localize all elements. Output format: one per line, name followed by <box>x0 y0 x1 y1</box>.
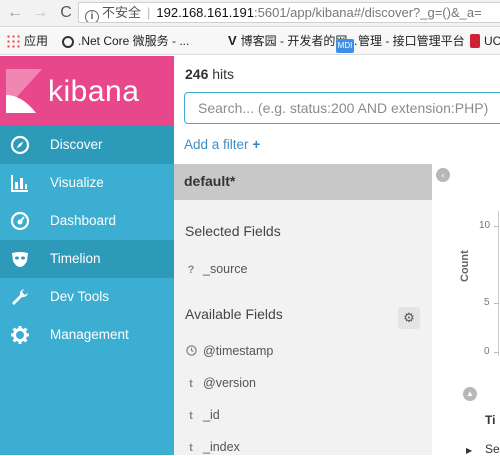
kibana-sidebar: kibana Discover Visualize Dashboard Time… <box>0 56 174 455</box>
clock-icon <box>185 345 197 358</box>
table-row[interactable]: Se <box>485 442 500 456</box>
bar-chart-icon <box>11 175 28 192</box>
bookmark-label: .Net Core 微服务 - ... <box>78 34 190 48</box>
collapse-sidebar-icon[interactable]: ‹ <box>436 168 450 182</box>
index-pattern-name: default* <box>184 173 236 189</box>
security-label: 不安全 <box>102 5 142 20</box>
sidebar-item-label: Timelion <box>50 251 101 266</box>
bookmark-label: 应用 <box>24 34 49 48</box>
field-name: _id <box>203 408 220 422</box>
sidebar-item-label: Dashboard <box>50 213 117 228</box>
bookmark-net-core[interactable]: .Net Core 微服务 - ... <box>62 28 189 54</box>
sidebar-item-management[interactable]: Management <box>0 316 174 354</box>
string-type-icon: t <box>189 442 193 454</box>
plus-icon: + <box>252 137 261 152</box>
sidebar-item-dev-tools[interactable]: Dev Tools <box>0 278 174 316</box>
sidebar-item-timelion[interactable]: Timelion <box>0 240 174 278</box>
info-icon[interactable]: i <box>85 10 99 22</box>
sidebar-item-label: Management <box>50 327 129 342</box>
gauge-icon <box>10 211 30 231</box>
field-name: _index <box>203 440 240 454</box>
y-tick-mark <box>494 352 499 353</box>
bookmarks-bar: 应用 .Net Core 微服务 - ... V 博客园 - 开发者的网... M… <box>0 28 500 55</box>
field-name: @timestamp <box>203 344 274 358</box>
hits-count: 246 hits <box>185 66 234 82</box>
bookmark-apps[interactable]: 应用 <box>6 28 48 54</box>
y-tick-label: 5 <box>484 297 490 308</box>
unknown-type-icon: ? <box>187 264 195 276</box>
field-name: @version <box>203 376 256 390</box>
available-fields-title: Available Fields <box>185 306 283 322</box>
expand-row-icon[interactable]: ▶ <box>466 446 472 455</box>
hits-number: 246 <box>185 66 209 82</box>
string-type-icon: t <box>189 410 193 422</box>
field-item[interactable]: t @version <box>185 376 256 390</box>
sidebar-item-label: Visualize <box>50 175 104 190</box>
logo-text: kibana <box>48 75 140 108</box>
field-item[interactable]: t _id <box>185 408 220 422</box>
discover-main: 246 hits Search... (e.g. status:200 AND … <box>174 56 500 456</box>
field-item[interactable]: ? _source <box>185 262 248 276</box>
sidebar-item-discover[interactable]: Discover <box>0 126 174 164</box>
reload-icon[interactable]: C <box>56 3 76 23</box>
selected-fields-title: Selected Fields <box>185 223 281 239</box>
v-logo-icon: V <box>228 33 237 48</box>
bookmark-label: UC <box>484 34 500 48</box>
add-filter-label: Add a filter <box>184 137 249 152</box>
scroll-up-icon[interactable]: ▲ <box>463 387 477 401</box>
y-tick-mark <box>494 226 499 227</box>
field-item[interactable]: t _index <box>185 440 240 454</box>
y-tick-mark <box>494 303 499 304</box>
hits-label: hits <box>212 66 235 82</box>
sidebar-item-visualize[interactable]: Visualize <box>0 164 174 202</box>
y-tick-label: 0 <box>484 346 490 357</box>
field-name: _source <box>203 262 248 276</box>
compass-icon <box>10 135 30 155</box>
wrench-icon <box>12 289 28 305</box>
field-item[interactable]: @timestamp <box>185 344 273 358</box>
url-path: :5601/app/kibana#/discover?_g=()&_a= <box>254 5 482 20</box>
mdi-badge-icon: MDI <box>336 39 354 53</box>
kibana-logo[interactable]: kibana <box>0 56 174 126</box>
sidebar-item-label: Dev Tools <box>50 289 110 304</box>
sidebar-item-label: Discover <box>50 137 103 152</box>
mask-icon <box>12 252 28 267</box>
table-column-header[interactable]: Ti <box>485 413 495 427</box>
address-bar[interactable]: i 不安全 | 192.168.161.191:5601/app/kibana#/di… <box>78 2 500 23</box>
forward-arrow-icon[interactable]: → <box>30 3 50 23</box>
bookmark-uc[interactable]: UC <box>470 28 500 54</box>
circle-icon <box>62 36 74 48</box>
url-host: 192.168.161.191 <box>156 5 255 20</box>
back-arrow-icon[interactable]: ← <box>5 3 25 23</box>
y-tick-label: 10 <box>479 220 491 231</box>
kibana-logo-icon <box>6 69 42 113</box>
bookmark-label: 管理 - 接口管理平台 <box>358 34 465 48</box>
index-pattern-selector[interactable]: default* <box>174 164 432 200</box>
address-divider: | <box>147 5 151 20</box>
chart-y-axis-label: Count <box>459 250 471 282</box>
search-input[interactable]: Search... (e.g. status:200 AND extension… <box>184 92 500 124</box>
gear-icon <box>11 326 29 344</box>
bookmark-api-manager[interactable]: MDI 管理 - 接口管理平台 <box>336 28 465 54</box>
uc-icon <box>470 34 480 48</box>
fields-sidebar: Selected Fields ? _source Available Field… <box>174 200 432 455</box>
browser-toolbar: ← → C i 不安全 | 192.168.161.191:5601/app/kiba… <box>0 0 500 27</box>
add-filter-button[interactable]: Add a filter + <box>184 137 260 152</box>
chart-y-axis <box>498 211 499 356</box>
string-type-icon: t <box>189 378 193 390</box>
apps-grid-icon <box>6 34 20 48</box>
field-settings-gear-icon[interactable]: ⚙ <box>398 307 420 329</box>
sidebar-item-dashboard[interactable]: Dashboard <box>0 202 174 240</box>
